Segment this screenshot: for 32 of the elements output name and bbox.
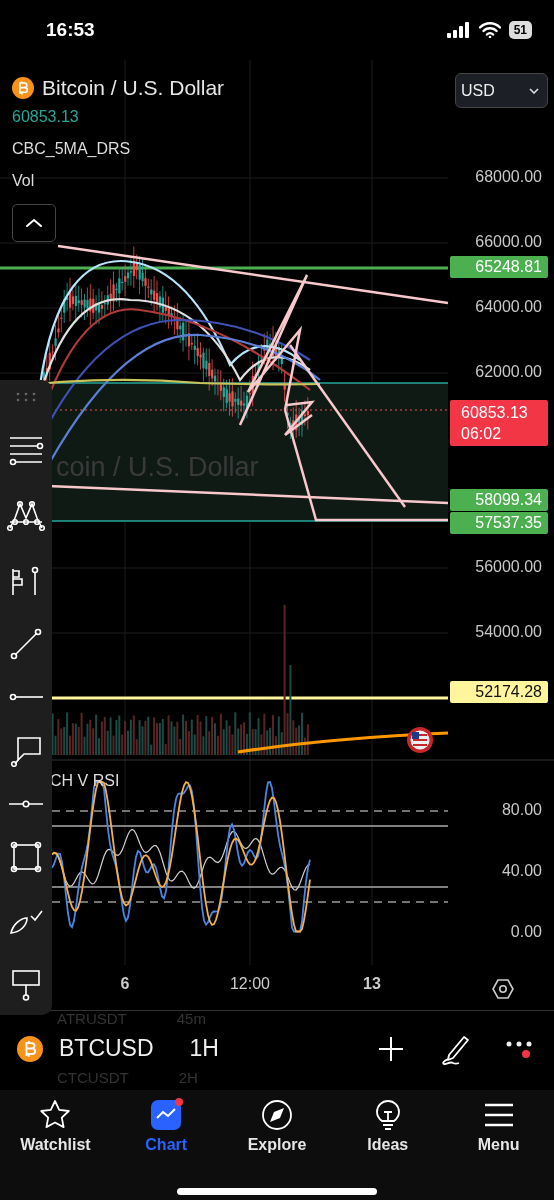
price-label: 58099.34 (450, 488, 548, 511)
symbol-title: Bitcoin / U.S. Dollar (42, 76, 225, 100)
battery-indicator: 51 (508, 21, 532, 39)
indicator-label[interactable]: Vol (12, 172, 35, 190)
indicator-label[interactable]: CBC_5MA_DRS (12, 140, 131, 158)
last-price: 60853.13 (12, 108, 79, 126)
price-axis-label: 54000.00 (474, 623, 542, 641)
price-label: 65248.81 (450, 256, 548, 279)
tab-bar-item[interactable]: Chart (116, 1098, 217, 1178)
interval-button[interactable]: 1H (189, 1035, 219, 1062)
tab-bar-item[interactable]: Menu (448, 1098, 549, 1178)
time-axis-label: 13 (362, 975, 382, 993)
symbol-button[interactable]: BTCUSD (59, 1035, 154, 1062)
tab-bar-item[interactable]: Watchlist (5, 1098, 106, 1178)
oscillator-axis-label: 80.00 (500, 801, 542, 819)
oscillator-axis-label: 40.00 (500, 862, 542, 880)
price-axis-label: 66000.00 (474, 233, 542, 251)
price-label: 57537.35 (450, 512, 548, 535)
oscillator-axis-label: 0.00 (509, 923, 542, 941)
status-time: 16:53 (46, 19, 95, 41)
price-axis-label: 56000.00 (474, 558, 542, 576)
price-label: 52174.28 (450, 681, 548, 704)
price-axis-label: 64000.00 (474, 298, 542, 316)
tab-bar-item[interactable]: Ideas (337, 1098, 438, 1178)
time-axis-label: 6 (119, 975, 131, 993)
price-axis-label: 68000.00 (474, 168, 542, 186)
currency-dropdown[interactable]: USD (455, 73, 548, 108)
price-axis-label: 62000.00 (474, 363, 542, 381)
candle-countdown: 06:02 (461, 424, 502, 445)
tab-bar-item[interactable]: Explore (227, 1098, 327, 1178)
current-price-value: 60853.13 (461, 403, 528, 424)
time-axis-label: 12:00 (228, 975, 271, 993)
